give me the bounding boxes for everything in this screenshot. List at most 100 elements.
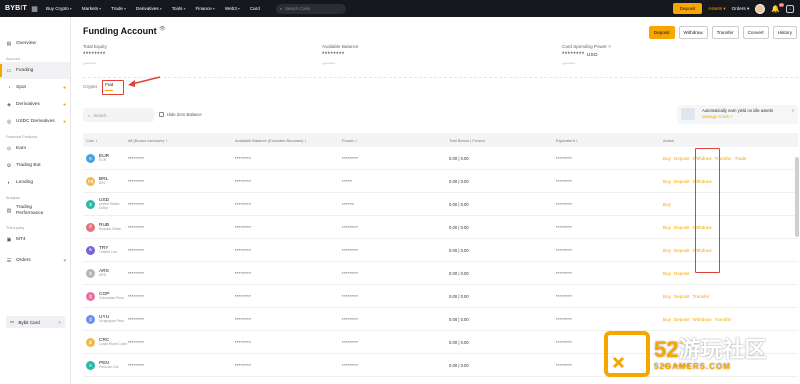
download-icon[interactable]: ↓ [786,4,794,13]
nav-tools[interactable]: Tools▾ [172,6,186,11]
sidebar-item-mt4[interactable]: ▣ MT4 [0,231,70,248]
bot-icon: ⚙ [6,162,12,169]
nav-card[interactable]: Card [250,6,260,11]
action-buy-link[interactable]: Buy [663,317,671,322]
search-input[interactable]: ⌕ Search [83,108,154,122]
row-actions: Buy [663,202,798,207]
checkbox[interactable] [159,112,164,117]
table-row: $ ARS ARS ******** ******** ******** 0.00 | 0.… [83,262,798,285]
action-deposit-link[interactable]: Deposit [674,317,690,322]
history-button[interactable]: History [772,26,797,39]
table-row: € EUR EUR ******** ******** ******** 0.00 | 0.… [83,147,798,170]
lending-icon: ◐ [7,179,11,186]
action-deposit-link[interactable]: Deposit [674,248,690,253]
cell-all: ******** [128,155,145,161]
cell-trial-bonus: 0.00 | 0.00 [449,247,469,253]
cell-frozen: ******** [342,224,359,230]
sidebar-item-lending[interactable]: ◐ Lending [0,174,70,191]
action-buy-link[interactable]: Buy [663,179,671,184]
currency-icon: ₺ [86,245,95,255]
cell-available: ******** [235,339,252,345]
cell-equivalent: ******** [556,155,573,161]
table-row: ₽ RUB Russian Ruble ******** ******** *******… [83,216,798,239]
cell-equivalent: ******** [556,293,573,299]
action-buy-link[interactable]: Buy [663,248,671,253]
action-deposit-link[interactable]: Deposit [674,271,690,276]
close-icon[interactable]: × [792,108,794,114]
nav-web3[interactable]: Web3▾ [225,6,240,11]
transfer-button[interactable]: Transfer [711,26,739,39]
convert-button[interactable]: Convert [742,26,769,39]
eye-icon[interactable]: 👁 [159,26,165,32]
scrollbar[interactable] [795,157,799,237]
sidebar-item-usdc-derivatives[interactable]: ◎ USDC Derivatives ● [0,113,70,130]
currency-icon: R$ [86,176,95,186]
card-spending-power[interactable]: Card Spending Power > ******** USD ≈****… [562,44,611,66]
coin-full-name: Colombian Peso [99,295,124,300]
manage-coins-link[interactable]: Manage Coins > [702,114,794,120]
sidebar-item-trading-bot[interactable]: ⚙ Trading Bot [0,157,70,174]
nav-markets[interactable]: Markets▾ [82,6,101,11]
cell-trial-bonus: 0.00 | 0.00 [449,293,469,299]
overview-icon: ▤ [6,40,12,47]
action-deposit-link[interactable]: Deposit [674,225,690,230]
bell-icon[interactable]: 🔔 99 [771,2,784,13]
action-buy-link[interactable]: Buy [663,294,671,299]
cell-frozen: ******** [342,339,359,345]
sidebar-item-funding[interactable]: ▭ Funding [0,62,70,79]
earn-illustration-icon [681,108,695,120]
sidebar-item-trading-performance[interactable]: ▥ Trading Performance [0,201,70,221]
chevron-down-icon: ▾ [63,257,66,264]
page-title: Funding Account 👁 [83,26,166,36]
top-search-input[interactable]: ⌕ Search Coins [275,3,346,14]
withdraw-button[interactable]: Withdraw [678,26,708,39]
action-buy-link[interactable]: Buy [663,156,671,161]
action-deposit-link[interactable]: Deposit [674,294,690,299]
divider [83,77,798,78]
currency-icon: $ [86,199,95,209]
cell-frozen: ******** [342,155,359,161]
cell-frozen: ******** [342,247,359,253]
bybit-card-banner[interactable]: ▭ Bybit Card + [6,316,65,328]
avatar[interactable] [755,3,766,14]
action-deposit-link[interactable]: Deposit [674,179,690,184]
cell-equivalent: ******** [556,178,573,184]
cell-trial-bonus: 0.00 | 0.00 [449,224,469,230]
cell-trial-bonus: 0.00 | 0.00 [449,201,469,207]
earn-icon: ⊙ [6,145,12,152]
action-trade-link[interactable]: Trade [735,156,747,161]
sidebar-item-earn[interactable]: ⊙ Earn [0,140,70,157]
nav-trade[interactable]: Trade▾ [111,6,126,11]
coin-full-name: Russian Ruble [99,226,122,231]
annotation-box [102,80,124,95]
action-buy-link[interactable]: Buy [663,271,671,276]
hide-zero-balance-toggle[interactable]: Hide Zero Balance [159,112,202,117]
action-deposit-link[interactable]: Deposit [674,156,690,161]
tab-crypto[interactable]: Crypto [83,85,97,90]
deposit-button[interactable]: Deposit [648,26,675,39]
nav-orders[interactable]: Orders ▾ [732,6,750,12]
action-transfer-link[interactable]: Transfer [693,294,710,299]
nav-derivatives[interactable]: Derivatives▾ [136,6,162,11]
row-actions: Buy Deposit Withdraw [663,225,798,230]
apps-grid-icon[interactable]: ▦ [31,5,38,13]
coin-full-name: Costa Rican Colon [99,341,128,346]
sidebar: ▤ Overview Account ▭ Funding ◔ Spot ● ◈ Deriv… [0,17,71,384]
cell-all: ******** [128,247,145,253]
action-buy-link[interactable]: Buy [663,202,671,207]
chart-icon: ▥ [6,208,12,214]
action-transfer-link[interactable]: Transfer [715,317,732,322]
action-buy-link[interactable]: Buy [663,225,671,230]
sidebar-item-orders[interactable]: ☰ Orders ▾ [0,252,70,269]
nav-finance[interactable]: Finance▾ [196,6,215,11]
bybit-logo[interactable]: BYBIT [5,5,27,12]
nav-buy-crypto[interactable]: Buy Crypto▾ [46,6,72,11]
sidebar-item-spot[interactable]: ◔ Spot ● [0,79,70,96]
nav-assets[interactable]: Assets ▾ [708,6,725,12]
sidebar-item-derivatives[interactable]: ◈ Derivatives ● [0,96,70,113]
top-deposit-button[interactable]: Deposit [672,3,703,14]
sidebar-section-account: Account [6,57,20,61]
sidebar-item-overview[interactable]: ▤ Overview [0,35,70,52]
plus-icon: + [58,319,61,325]
action-withdraw-link[interactable]: Withdraw [693,317,712,322]
